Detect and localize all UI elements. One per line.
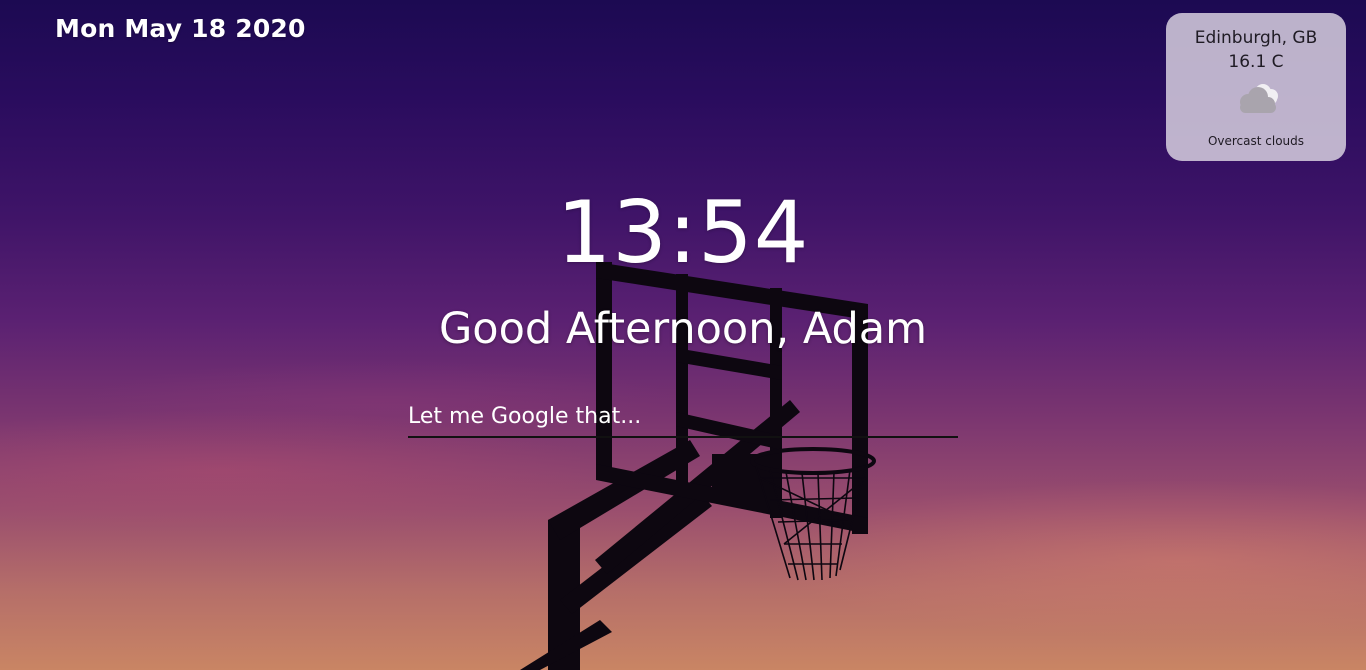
weather-widget: Edinburgh, GB 16.1 C Overcast clouds: [1166, 13, 1346, 161]
clock-time: 13:54: [556, 183, 810, 283]
weather-description: Overcast clouds: [1207, 134, 1305, 148]
weather-location: Edinburgh, GB: [1194, 28, 1318, 48]
search-input[interactable]: [408, 398, 958, 434]
weather-temperature: 16.1 C: [1228, 52, 1284, 72]
greeting-text: Good Afternoon, Adam: [438, 304, 928, 354]
overcast-cloud-icon: [1240, 84, 1278, 113]
current-date: Mon May 18 2020: [55, 14, 306, 43]
search-bar: [408, 398, 958, 438]
